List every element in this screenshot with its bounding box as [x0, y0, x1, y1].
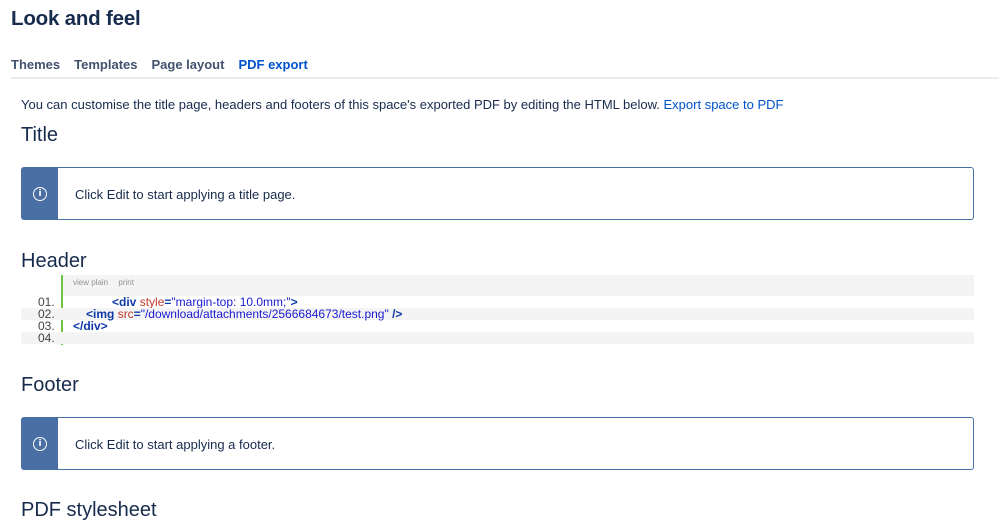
code-eq: = — [133, 307, 141, 321]
footer-section-heading: Footer — [21, 374, 79, 396]
code-tag-close: /> — [388, 307, 403, 321]
intro-text: You can customise the title page, header… — [21, 97, 660, 112]
footer-info-panel: i Click Edit to start applying a footer. — [21, 417, 974, 470]
line-number: 04. — [38, 331, 55, 345]
info-icon: i — [33, 436, 47, 451]
code-toolbar: view plain print — [73, 278, 142, 287]
header-code-block: view plain print 01. <div style="margin-… — [21, 275, 974, 345]
title-info-text: Click Edit to start applying a title pag… — [75, 187, 296, 202]
tab-templates[interactable]: Templates — [74, 57, 137, 79]
code-content: </div> — [73, 320, 108, 332]
tab-pdf-export[interactable]: PDF export — [238, 57, 308, 79]
title-info-panel: i Click Edit to start applying a title p… — [21, 167, 974, 220]
tab-page-layout[interactable]: Page layout — [151, 57, 224, 79]
export-space-link[interactable]: Export space to PDF — [664, 97, 784, 112]
tab-themes[interactable]: Themes — [11, 57, 60, 79]
code-value: "/download/attachments/2566684673/test.p… — [140, 307, 389, 321]
code-toolbar-background — [63, 275, 974, 296]
code-content: <img src="/download/attachments/25666846… — [86, 308, 402, 320]
code-line: 03. </div> — [21, 320, 974, 332]
intro-paragraph: You can customise the title page, header… — [21, 97, 783, 112]
info-strip: i — [22, 418, 58, 469]
code-tag: </div> — [73, 319, 108, 333]
page-title: Look and feel — [11, 7, 141, 30]
header-section-heading: Header — [21, 250, 87, 272]
code-line: 02. <img src="/download/attachments/2566… — [21, 308, 974, 320]
title-section-heading: Title — [21, 124, 59, 146]
info-icon: i — [33, 186, 47, 201]
stylesheet-section-heading: PDF stylesheet — [21, 499, 157, 521]
footer-info-text: Click Edit to start applying a footer. — [75, 437, 276, 452]
code-line: 04. — [21, 332, 974, 344]
code-attr: src — [117, 307, 134, 321]
tab-bar: Themes Templates Page layout PDF export — [11, 57, 322, 79]
view-plain-link[interactable]: view plain — [73, 278, 108, 287]
tabs-divider — [11, 77, 999, 79]
info-strip: i — [22, 168, 58, 219]
print-link[interactable]: print — [118, 278, 134, 287]
